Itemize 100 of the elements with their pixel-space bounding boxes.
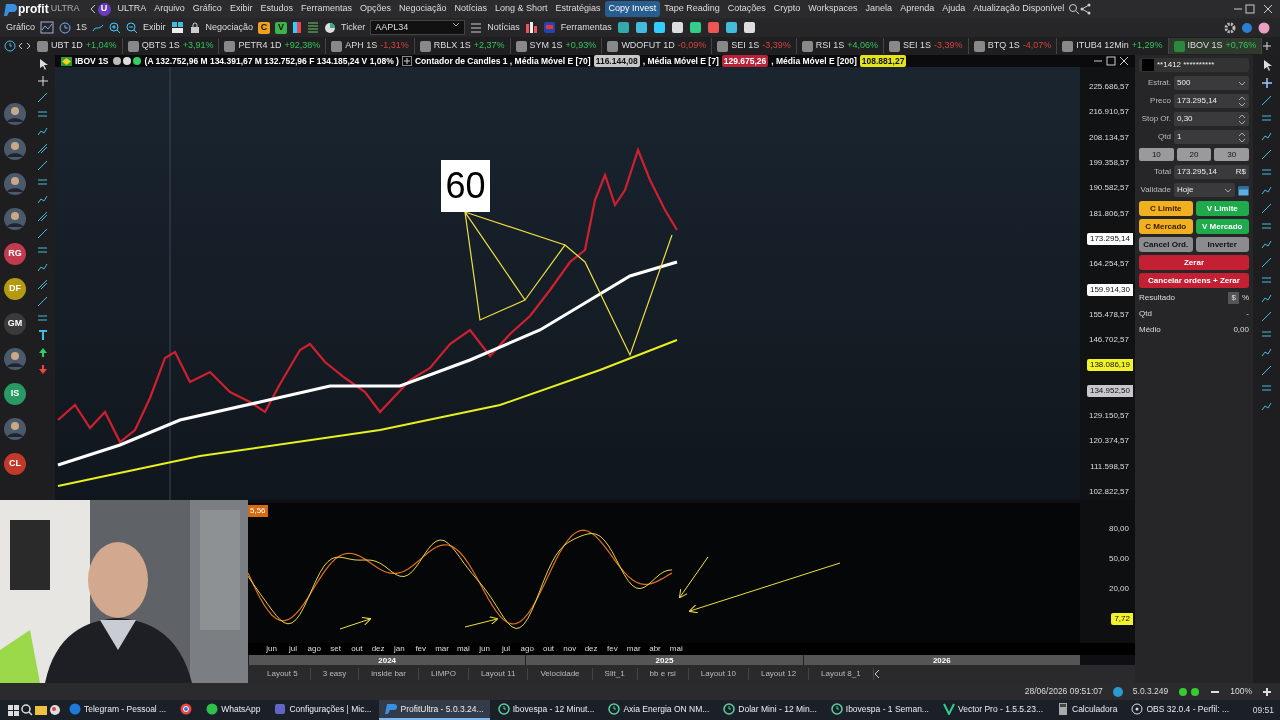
layout-tab[interactable]: Layout 11: [468, 668, 529, 680]
menu-item[interactable]: Long & Short: [491, 1, 552, 17]
menu-item[interactable]: Crypto: [769, 1, 805, 17]
menu-item[interactable]: Ajuda: [938, 1, 970, 17]
add-tab-icon[interactable]: [1262, 41, 1273, 51]
menu-item[interactable]: Cotações: [723, 1, 770, 17]
taskbar-app[interactable]: Vector Pro - 1.5.5.23...: [936, 700, 1049, 720]
start-icon[interactable]: [8, 704, 19, 716]
symbol-tab[interactable]: WDOFUT 1D -0,09%: [602, 38, 713, 54]
symbol-tab[interactable]: QBTS 1S +3,91%: [122, 38, 220, 54]
parallel-lines-icon[interactable]: [1261, 167, 1272, 178]
taskbar-app[interactable]: Configurações | Mic...: [268, 700, 378, 720]
menu-item[interactable]: Notícias: [450, 1, 492, 17]
down-arrow-icon[interactable]: [37, 364, 48, 375]
menu-item[interactable]: Exibir: [225, 1, 257, 17]
tool-square-icon[interactable]: [634, 21, 648, 34]
share-icon[interactable]: [1080, 3, 1093, 15]
line-tool-icon[interactable]: [1261, 311, 1272, 322]
menu-item[interactable]: Janela: [861, 1, 897, 17]
symbol-tab[interactable]: SEI 1S -3,39%: [884, 38, 969, 54]
symbol-tab[interactable]: PETR4 1D +92,38%: [219, 38, 327, 54]
text-tool-icon[interactable]: [37, 330, 48, 341]
parallel-lines-icon[interactable]: [37, 245, 48, 256]
polyline-icon[interactable]: [1261, 185, 1272, 196]
add-study-icon[interactable]: [401, 56, 412, 66]
tool-square-icon[interactable]: [652, 21, 666, 34]
parallel-lines-icon[interactable]: [37, 177, 48, 188]
up-arrow-icon[interactable]: [37, 347, 48, 358]
menu-item[interactable]: Opções: [355, 1, 395, 17]
money-toggle[interactable]: $: [1228, 292, 1239, 304]
order-button[interactable]: Cancelar ordens + Zerar: [1139, 273, 1249, 288]
polyline-icon[interactable]: [37, 126, 48, 137]
spinner-icon[interactable]: [1238, 95, 1246, 107]
taskbar-app[interactable]: OBS 32.0.4 - Perfil: ...: [1125, 700, 1236, 720]
scroll-left-icon[interactable]: [873, 669, 882, 679]
avatar[interactable]: [4, 173, 26, 195]
line-tool-icon[interactable]: [37, 228, 48, 239]
layout-tab[interactable]: Layout 10: [688, 668, 749, 680]
menu-item[interactable]: Atualização Disponível: [969, 1, 1069, 17]
menu-item[interactable]: Copy Invest: [604, 1, 661, 17]
search-icon[interactable]: [21, 704, 33, 716]
order-button[interactable]: Cancel Ord.: [1139, 237, 1193, 252]
spinner-icon[interactable]: [1238, 131, 1246, 143]
close-icon[interactable]: [1119, 56, 1129, 66]
line-tool-icon[interactable]: [37, 296, 48, 307]
polyline-icon[interactable]: [1261, 239, 1272, 250]
pie-icon[interactable]: [324, 21, 337, 34]
avatar[interactable]: GM: [4, 313, 26, 335]
layout-tab[interactable]: 3 easy: [310, 668, 360, 680]
line-tool-icon[interactable]: [1261, 365, 1272, 376]
zoom-in-icon[interactable]: [1262, 686, 1272, 697]
parallel-lines-icon[interactable]: [1261, 383, 1272, 394]
tool-square-icon[interactable]: [742, 21, 756, 34]
input-field[interactable]: 173.295,14: [1174, 94, 1249, 108]
globe-icon[interactable]: [1241, 21, 1253, 34]
polyline-icon[interactable]: [37, 194, 48, 205]
input-field[interactable]: 500: [1174, 76, 1249, 90]
nav-arrows-icon[interactable]: [16, 41, 32, 51]
menu-item[interactable]: Aprenda: [896, 1, 939, 17]
menu-item[interactable]: Estudos: [256, 1, 297, 17]
avatar[interactable]: IS: [4, 383, 26, 405]
symbol-tab[interactable]: APH 1S -1,31%: [326, 38, 415, 54]
channel-icon[interactable]: [37, 143, 48, 154]
bars-icon[interactable]: [524, 21, 538, 34]
parallel-lines-icon[interactable]: [37, 313, 48, 324]
layout-tab[interactable]: inside bar: [359, 668, 419, 680]
polyline-icon[interactable]: [1261, 293, 1272, 304]
percent-toggle[interactable]: %: [1241, 292, 1249, 304]
order-button[interactable]: C Mercado: [1139, 219, 1193, 234]
ticker-select[interactable]: AAPL34: [370, 19, 466, 36]
symbol-tab[interactable]: ITUB4 12Min +1,29%: [1057, 38, 1169, 54]
symbol-tab[interactable]: SEI 1S -3,39%: [712, 38, 797, 54]
menu-item[interactable]: Arquivo: [150, 1, 189, 17]
order-button[interactable]: Zerar: [1139, 255, 1249, 270]
channel-icon[interactable]: [37, 279, 48, 290]
book-icon[interactable]: [292, 21, 303, 34]
close-icon[interactable]: [1262, 3, 1274, 15]
tool-square-icon[interactable]: [724, 21, 738, 34]
clock-icon[interactable]: [4, 40, 16, 52]
line-tool-icon[interactable]: [1261, 95, 1272, 106]
zoom-out-icon[interactable]: [126, 21, 139, 34]
order-button[interactable]: Inverter: [1195, 237, 1249, 252]
tv-icon[interactable]: [542, 21, 556, 34]
avatar[interactable]: [4, 103, 26, 125]
menu-item[interactable]: Gráfico: [188, 1, 226, 17]
buy-key[interactable]: C: [258, 21, 271, 34]
symbol-tab[interactable]: IBOV 1S +0,76%: [1168, 38, 1263, 54]
layout-icon[interactable]: [170, 21, 184, 34]
maximize-icon[interactable]: [1106, 56, 1116, 66]
chart-icon[interactable]: [40, 21, 54, 34]
menu-item[interactable]: Tape Reading: [660, 1, 724, 17]
taskbar-app[interactable]: Telegram - Pessoal ...: [63, 700, 173, 720]
polyline-icon[interactable]: [1261, 131, 1272, 142]
parallel-lines-icon[interactable]: [1261, 221, 1272, 232]
clock-icon[interactable]: [59, 21, 71, 34]
tool-square-icon[interactable]: [670, 21, 684, 34]
menu-item[interactable]: Workspaces: [804, 1, 862, 17]
avatar[interactable]: CL: [4, 453, 26, 475]
profile-avatar[interactable]: [1258, 21, 1270, 34]
taskbar-app[interactable]: Ibovespa - 12 Minut...: [491, 700, 601, 720]
